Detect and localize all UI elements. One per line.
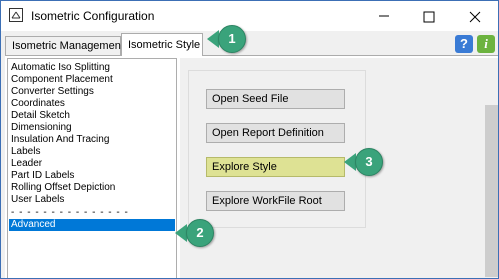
list-separator: - - - - - - - - - - - - - - - bbox=[11, 207, 129, 218]
explore-style-button[interactable]: Explore Style bbox=[206, 157, 345, 177]
tab-isometric-style[interactable]: Isometric Style bbox=[121, 33, 203, 56]
title-bar[interactable]: Isometric Configuration bbox=[1, 1, 498, 31]
tab-strip: Isometric Management Isometric Style bbox=[1, 31, 498, 56]
minimize-icon bbox=[379, 15, 389, 17]
app-icon bbox=[9, 8, 23, 22]
open-report-definition-button[interactable]: Open Report Definition bbox=[206, 123, 345, 143]
callout-3-badge: 3 bbox=[355, 148, 383, 176]
window-title: Isometric Configuration bbox=[31, 9, 155, 23]
isometric-configuration-window: Isometric Configuration Isometric Manage… bbox=[0, 0, 499, 279]
callout-1-badge: 1 bbox=[218, 25, 246, 53]
close-button[interactable] bbox=[452, 1, 498, 31]
tab-isometric-management[interactable]: Isometric Management bbox=[5, 36, 124, 55]
list-item-labels[interactable]: Labels bbox=[11, 146, 40, 158]
callout-2-badge: 2 bbox=[186, 219, 214, 247]
close-icon bbox=[469, 11, 481, 23]
list-item-coordinates[interactable]: Coordinates bbox=[11, 98, 65, 110]
settings-category-list[interactable]: Automatic Iso Splitting Component Placem… bbox=[7, 58, 177, 278]
maximize-button[interactable] bbox=[406, 1, 452, 31]
minimize-button[interactable] bbox=[361, 1, 407, 31]
list-item-detail-sketch[interactable]: Detail Sketch bbox=[11, 110, 70, 122]
tab-panel: Automatic Iso Splitting Component Placem… bbox=[5, 55, 498, 278]
open-seed-file-button[interactable]: Open Seed File bbox=[206, 89, 345, 109]
list-item-insulation-and-tracing[interactable]: Insulation And Tracing bbox=[11, 134, 109, 146]
list-item-advanced[interactable]: Advanced bbox=[9, 219, 175, 231]
scroll-thumb[interactable] bbox=[485, 105, 498, 277]
list-item-automatic-iso-splitting[interactable]: Automatic Iso Splitting bbox=[11, 62, 110, 74]
list-item-converter-settings[interactable]: Converter Settings bbox=[11, 86, 94, 98]
list-item-user-labels[interactable]: User Labels bbox=[11, 194, 64, 206]
list-item-part-id-labels[interactable]: Part ID Labels bbox=[11, 170, 74, 182]
style-actions-area: Open Seed File Open Report Definition Ex… bbox=[180, 58, 483, 278]
maximize-icon bbox=[423, 11, 435, 23]
info-icon[interactable]: i bbox=[477, 35, 495, 53]
list-item-component-placement[interactable]: Component Placement bbox=[11, 74, 113, 86]
vertical-scrollbar[interactable] bbox=[483, 58, 498, 278]
list-item-dimensioning[interactable]: Dimensioning bbox=[11, 122, 72, 134]
help-icon[interactable]: ? bbox=[455, 35, 473, 53]
explore-workfile-root-button[interactable]: Explore WorkFile Root bbox=[206, 191, 345, 211]
list-item-rolling-offset-depiction[interactable]: Rolling Offset Depiction bbox=[11, 182, 115, 194]
list-item-leader[interactable]: Leader bbox=[11, 158, 42, 170]
